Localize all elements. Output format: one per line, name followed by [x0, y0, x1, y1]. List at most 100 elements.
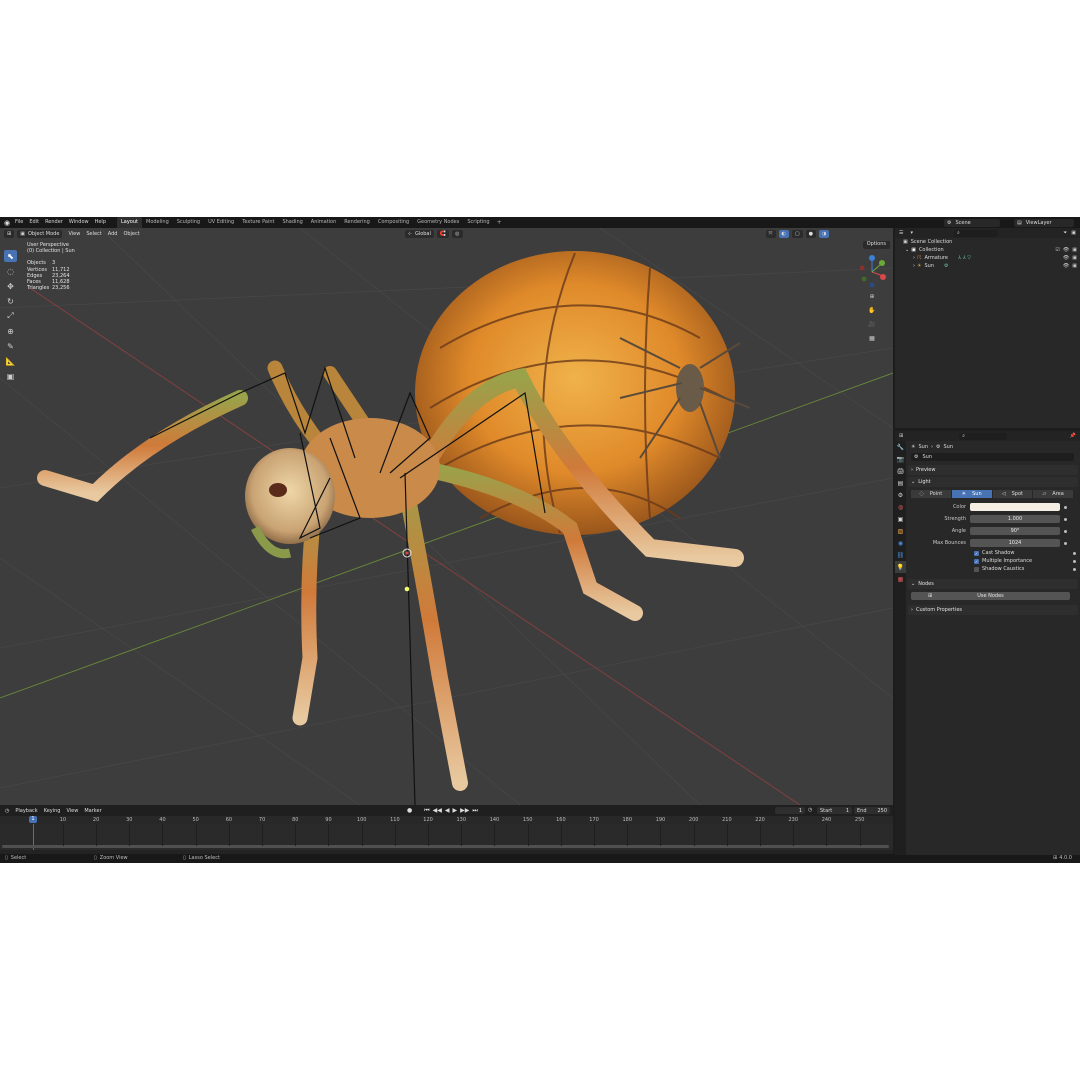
play-reverse-icon[interactable]: ◀ — [445, 807, 450, 815]
3d-viewport[interactable]: ⊞ ▣ Object Mode View Select Add Object ⊹… — [0, 228, 893, 805]
axis-gizmo-icon[interactable] — [857, 254, 887, 288]
include-checkbox-icon[interactable]: ☑ — [1055, 247, 1059, 253]
tab-layout[interactable]: Layout — [117, 217, 142, 228]
prev-key-icon[interactable]: ◀◀ — [433, 807, 442, 815]
scale-tool-icon[interactable]: ⤢ — [4, 310, 17, 322]
xray-toggle[interactable]: ▢ — [791, 230, 803, 238]
multiple-importance-row[interactable]: ✓ Multiple Importance — [908, 557, 1078, 565]
object-tab-icon[interactable]: ▧ — [895, 525, 906, 537]
properties-search-input[interactable]: ⌕ — [959, 432, 1008, 440]
new-collection-icon[interactable]: ▣ — [1071, 230, 1080, 236]
zoom-icon[interactable]: ⊕ — [868, 292, 876, 300]
keyframe-dot-icon[interactable] — [1073, 551, 1076, 555]
preview-panel-header[interactable]: › Preview — [908, 465, 1078, 475]
expand-arrow-icon[interactable]: › — [913, 255, 915, 261]
camera-icon[interactable]: ▣ — [1072, 263, 1077, 269]
tool-tab-icon[interactable]: 🔧 — [895, 441, 906, 453]
current-frame-field[interactable]: 1 — [775, 807, 805, 814]
next-key-icon[interactable]: ▶▶ — [460, 807, 469, 815]
view-layer-tab-icon[interactable]: ▤ — [895, 477, 906, 489]
camera-icon[interactable]: ▣ — [1072, 247, 1077, 253]
options-button[interactable]: Options — [862, 241, 890, 249]
jump-end-icon[interactable]: ⏭ — [472, 807, 477, 815]
viewport-menu-select[interactable]: Select — [83, 231, 104, 237]
menu-window[interactable]: Window — [66, 217, 92, 228]
preview-range-icon[interactable]: ◷ — [808, 807, 812, 813]
editor-type-button[interactable]: ⊞ — [4, 230, 15, 238]
keyframe-dot-icon[interactable] — [1064, 505, 1067, 509]
color-swatch[interactable] — [970, 503, 1060, 511]
measure-tool-icon[interactable]: 📐 — [4, 355, 17, 367]
cast-shadow-checkbox[interactable]: ✓ — [974, 550, 979, 556]
timeline-editor-type-icon[interactable]: ◷ — [0, 808, 12, 814]
world-tab-icon[interactable]: ◍ — [895, 501, 906, 513]
cursor-tool-icon[interactable]: ◌ — [4, 265, 17, 277]
physics-tab-icon[interactable]: ◉ — [895, 537, 906, 549]
tab-texture-paint[interactable]: Texture Paint — [238, 217, 278, 228]
play-icon[interactable]: ▶ — [453, 807, 458, 815]
texture-tab-icon[interactable]: ▦ — [895, 573, 906, 585]
timeline-menu-view[interactable]: View — [63, 808, 81, 814]
shadow-caustics-checkbox[interactable] — [974, 566, 979, 572]
angle-field[interactable]: 90° — [970, 527, 1060, 535]
tab-rendering[interactable]: Rendering — [340, 217, 374, 228]
tab-sculpting[interactable]: Sculpting — [173, 217, 204, 228]
pan-hand-icon[interactable]: ✋ — [868, 306, 876, 314]
camera-view-icon[interactable]: 🎥 — [868, 320, 876, 328]
filter-icon[interactable]: ⏷ — [1063, 230, 1071, 236]
eye-icon[interactable]: 👁 — [1063, 263, 1069, 269]
add-cube-tool-icon[interactable]: ▣ — [4, 370, 17, 382]
keyframe-dot-icon[interactable] — [1064, 517, 1067, 521]
menu-render[interactable]: Render — [42, 217, 66, 228]
keyframe-dot-icon[interactable] — [1073, 567, 1076, 571]
annotate-tool-icon[interactable]: ✎ — [4, 340, 17, 352]
menu-edit[interactable]: Edit — [26, 217, 42, 228]
pin-icon[interactable]: 📌 — [1070, 433, 1080, 439]
custom-properties-header[interactable]: › Custom Properties — [908, 605, 1078, 615]
add-workspace-button[interactable]: + — [494, 219, 505, 226]
sun-row[interactable]: › ☀ Sun ⚙ 👁 ▣ — [895, 262, 1080, 270]
tab-compositing[interactable]: Compositing — [374, 217, 413, 228]
tab-shading[interactable]: Shading — [278, 217, 306, 228]
tab-geometry-nodes[interactable]: Geometry Nodes — [413, 217, 463, 228]
light-panel-header[interactable]: ⌄ Light — [908, 477, 1078, 487]
frame-ruler[interactable]: 1 10 20 30 40 50 60 70 80 90 100 110 120 130 140 150 16… — [0, 816, 893, 824]
blender-logo-icon[interactable]: ◉ — [2, 218, 12, 228]
navigation-gizmo[interactable]: ⊕ ✋ 🎥 ▦ — [857, 254, 887, 354]
light-name-field[interactable]: ⚙ Sun — [911, 453, 1074, 461]
eye-icon[interactable]: 👁 — [1063, 255, 1069, 261]
use-nodes-button[interactable]: ⊞ Use Nodes — [911, 592, 1070, 600]
viewport-menu-view[interactable]: View — [65, 231, 83, 237]
collection-tab-icon[interactable]: ▣ — [895, 513, 906, 525]
perspective-toggle-icon[interactable]: ▦ — [868, 334, 876, 342]
shading-material-button[interactable]: ◑ — [819, 230, 830, 238]
auto-key-icon[interactable]: ● — [407, 807, 412, 815]
light-type-point[interactable]: ◌ Point — [911, 490, 952, 498]
shadow-caustics-row[interactable]: Shadow Caustics — [908, 565, 1078, 573]
scene-selector[interactable]: ⚙ Scene — [944, 219, 1000, 227]
shading-solid-button[interactable]: ● — [805, 230, 816, 238]
current-frame-indicator[interactable]: 1 — [29, 816, 37, 823]
expand-arrow-icon[interactable]: ⌄ — [905, 247, 909, 253]
collection-row[interactable]: ⌄ ▣ Collection ☑ 👁 ▣ — [895, 246, 1080, 254]
transform-tool-icon[interactable]: ⊕ — [4, 325, 17, 337]
move-tool-icon[interactable]: ✥ — [4, 280, 17, 292]
scene-tab-icon[interactable]: ⚙ — [895, 489, 906, 501]
outliner-search-input[interactable]: ⌕ — [954, 229, 998, 237]
start-frame-field[interactable]: Start 1 — [817, 807, 852, 814]
keyframe-dot-icon[interactable] — [1073, 559, 1076, 563]
snap-toggle[interactable]: 🧲 — [436, 230, 450, 238]
armature-row[interactable]: › ☈ Armature ⅄ ⅄ ▽ 👁 ▣ — [895, 254, 1080, 262]
select-tool-icon[interactable]: ⬉ — [4, 250, 17, 262]
light-data-tab-icon[interactable]: 💡 — [895, 561, 906, 573]
orientation-selector[interactable]: ⊹ Global — [404, 230, 434, 238]
jump-start-icon[interactable]: ⏮ — [424, 807, 429, 815]
eye-icon[interactable]: 👁 — [1063, 247, 1069, 253]
viewport-menu-add[interactable]: Add — [105, 231, 121, 237]
end-frame-field[interactable]: End 250 — [854, 807, 890, 814]
properties-editor-type-icon[interactable]: ⊞ — [895, 433, 907, 439]
keyframe-dot-icon[interactable] — [1064, 541, 1067, 545]
mode-selector[interactable]: ▣ Object Mode — [17, 230, 63, 238]
keyframe-dot-icon[interactable] — [1064, 529, 1067, 533]
timeline-scrollbar[interactable] — [2, 845, 889, 848]
